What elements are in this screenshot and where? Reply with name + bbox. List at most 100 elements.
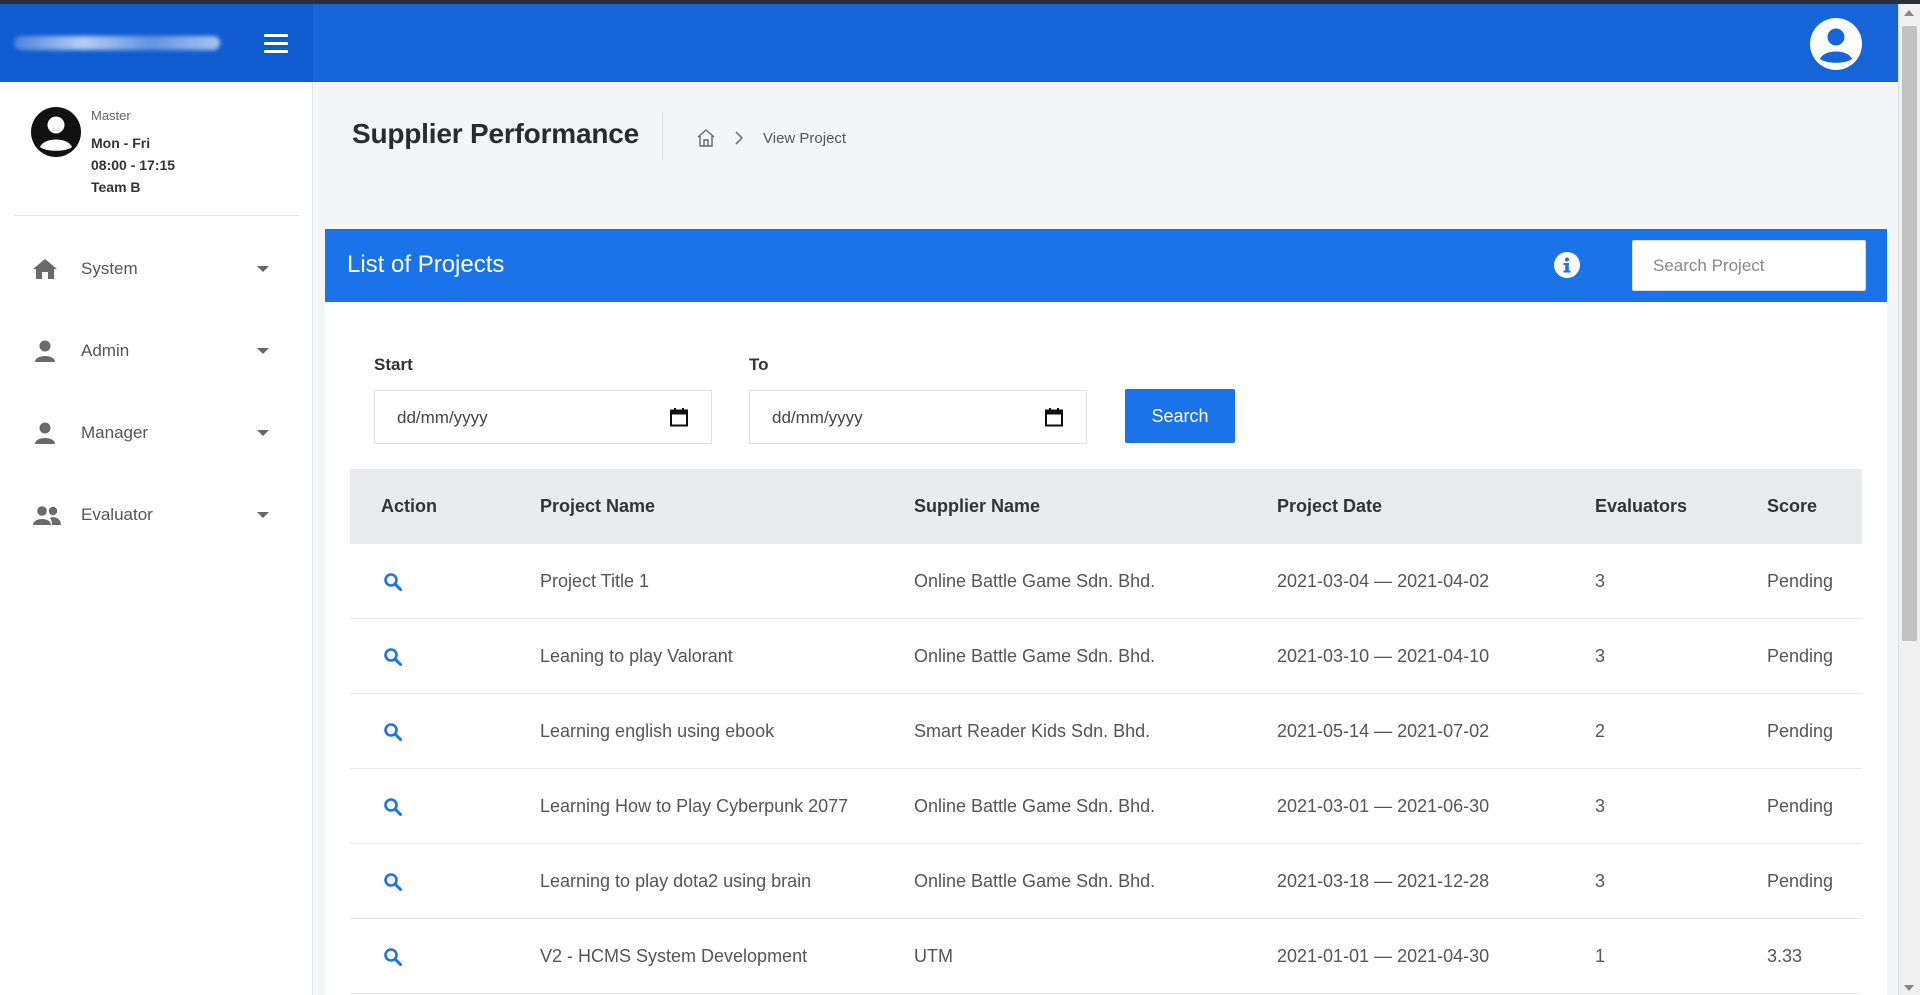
- profile-team: Team B: [91, 179, 141, 195]
- caret-down-icon: [257, 430, 269, 436]
- cell-score: Pending: [1767, 796, 1834, 816]
- cell-supplier-name: UTM: [914, 946, 953, 966]
- cell-project-date: 2021-05-14 — 2021-07-02: [1277, 721, 1490, 741]
- breadcrumb-current: View Project: [763, 130, 847, 147]
- top-navbar: [0, 4, 1898, 82]
- cell-evaluators: 3: [1595, 646, 1606, 666]
- view-search-icon[interactable]: [383, 872, 403, 892]
- cell-project-date: 2021-03-10 — 2021-04-10: [1277, 646, 1490, 666]
- table-row: V2 - HCMS System Development UTM 2021-01-0…: [350, 919, 1862, 994]
- avatar-icon: [30, 106, 82, 158]
- home-icon: [32, 257, 58, 281]
- user-profile-card: Master Mon - Fri 08:00 - 17:15 Team B: [14, 82, 299, 216]
- user-account-icon[interactable]: [1810, 18, 1862, 70]
- end-date-label: To: [749, 355, 769, 374]
- search-project-input[interactable]: [1632, 240, 1866, 291]
- title-divider: [662, 112, 663, 160]
- profile-work-days: Mon - Fri: [91, 135, 151, 151]
- cell-score: Pending: [1767, 871, 1834, 891]
- end-date-input[interactable]: dd/mm/yyyy: [749, 390, 1087, 444]
- sidebar-item-evaluator[interactable]: Evaluator: [14, 485, 299, 545]
- cell-score: Pending: [1767, 646, 1834, 666]
- view-search-icon[interactable]: [383, 797, 403, 817]
- user-icon: [32, 421, 58, 445]
- start-date-value: dd/mm/yyyy: [397, 408, 488, 427]
- cell-evaluators: 3: [1595, 571, 1606, 591]
- table-row: Leaning to play Valorant Online Battle Ga…: [350, 619, 1862, 694]
- start-date-label: Start: [374, 355, 413, 374]
- sidebar-item-system[interactable]: System: [14, 239, 299, 299]
- projects-panel: List of Projects Start dd/mm/yyyy To dd/…: [325, 229, 1887, 995]
- cell-project-name: Learning english using ebook: [540, 721, 775, 741]
- scroll-up-arrow-icon[interactable]: [1904, 10, 1914, 16]
- end-date-value: dd/mm/yyyy: [772, 408, 863, 427]
- cell-project-name: Learning How to Play Cyberpunk 2077: [540, 796, 849, 816]
- sidebar-item-manager[interactable]: Manager: [14, 403, 299, 463]
- profile-work-hours: 08:00 - 17:15: [91, 157, 176, 173]
- cell-project-name: Leaning to play Valorant: [540, 646, 733, 666]
- view-search-icon[interactable]: [383, 947, 403, 967]
- calendar-icon[interactable]: [1044, 407, 1064, 427]
- sidebar-item-label: System: [81, 259, 138, 278]
- cell-project-date: 2021-03-01 — 2021-06-30: [1277, 796, 1490, 816]
- scroll-down-arrow-icon[interactable]: [1904, 985, 1914, 991]
- column-header-project-date[interactable]: Project Date: [1277, 496, 1382, 517]
- cell-supplier-name: Online Battle Game Sdn. Bhd.: [914, 871, 1156, 891]
- panel-header: List of Projects: [325, 229, 1887, 302]
- calendar-icon[interactable]: [669, 407, 689, 427]
- hamburger-menu-icon[interactable]: [260, 29, 292, 57]
- cell-project-date: 2021-03-04 — 2021-04-02: [1277, 571, 1490, 591]
- table-row: Learning How to Play Cyberpunk 2077 Onlin…: [350, 769, 1862, 844]
- page-title: Supplier Performance: [352, 118, 639, 149]
- column-header-supplier-name[interactable]: Supplier Name: [914, 496, 1040, 517]
- cell-project-date: 2021-01-01 — 2021-04-30: [1277, 946, 1490, 966]
- cell-supplier-name: Online Battle Game Sdn. Bhd.: [914, 646, 1156, 666]
- sidebar-item-label: Evaluator: [81, 505, 153, 524]
- caret-down-icon: [257, 512, 269, 518]
- table-row: Learning english using ebook Smart Reader…: [350, 694, 1862, 769]
- users-icon: [32, 503, 61, 527]
- column-header-action[interactable]: Action: [381, 496, 437, 517]
- info-icon[interactable]: [1553, 251, 1581, 279]
- search-button[interactable]: Search: [1125, 389, 1235, 443]
- brand-area: [0, 4, 313, 82]
- view-search-icon[interactable]: [383, 647, 403, 667]
- sidebar-item-admin[interactable]: Admin: [14, 321, 299, 381]
- table-row: Project Title 1 Online Battle Game Sdn. B…: [350, 544, 1862, 619]
- cell-supplier-name: Online Battle Game Sdn. Bhd.: [914, 796, 1156, 816]
- sidebar: Master Mon - Fri 08:00 - 17:15 Team B Sy…: [0, 82, 313, 995]
- table-header: Action Project Name Supplier Name Projec…: [350, 469, 1862, 544]
- cell-evaluators: 2: [1595, 721, 1606, 741]
- cell-supplier-name: Smart Reader Kids Sdn. Bhd.: [914, 721, 1151, 741]
- cell-evaluators: 3: [1595, 796, 1606, 816]
- cell-score: 3.33: [1767, 946, 1803, 966]
- cell-evaluators: 3: [1595, 871, 1606, 891]
- cell-project-name: Learning to play dota2 using brain: [540, 871, 812, 891]
- cell-supplier-name: Online Battle Game Sdn. Bhd.: [914, 571, 1156, 591]
- caret-down-icon: [257, 266, 269, 272]
- view-search-icon[interactable]: [383, 722, 403, 742]
- chevron-right-icon: [731, 129, 747, 147]
- table-row: Learning to play dota2 using brain Online…: [350, 844, 1862, 919]
- column-header-score[interactable]: Score: [1767, 496, 1817, 517]
- cell-project-name: Project Title 1: [540, 571, 650, 591]
- start-date-input[interactable]: dd/mm/yyyy: [374, 390, 712, 444]
- cell-evaluators: 1: [1595, 946, 1606, 966]
- cell-project-date: 2021-03-18 — 2021-12-28: [1277, 871, 1490, 891]
- cell-project-name: V2 - HCMS System Development: [540, 946, 808, 966]
- view-search-icon[interactable]: [383, 572, 403, 592]
- panel-title: List of Projects: [347, 251, 505, 278]
- column-header-project-name[interactable]: Project Name: [540, 496, 655, 517]
- user-icon: [32, 339, 58, 363]
- sidebar-item-label: Manager: [81, 423, 149, 442]
- profile-role: Master: [91, 108, 131, 123]
- brand-logo[interactable]: [14, 36, 220, 50]
- cell-score: Pending: [1767, 721, 1834, 741]
- caret-down-icon: [257, 348, 269, 354]
- sidebar-item-label: Admin: [81, 341, 130, 360]
- home-outline-icon[interactable]: [695, 127, 717, 149]
- column-header-evaluators[interactable]: Evaluators: [1595, 496, 1687, 517]
- scrollbar-thumb[interactable]: [1902, 26, 1917, 641]
- cell-score: Pending: [1767, 571, 1834, 591]
- page-scrollbar[interactable]: [1898, 4, 1920, 995]
